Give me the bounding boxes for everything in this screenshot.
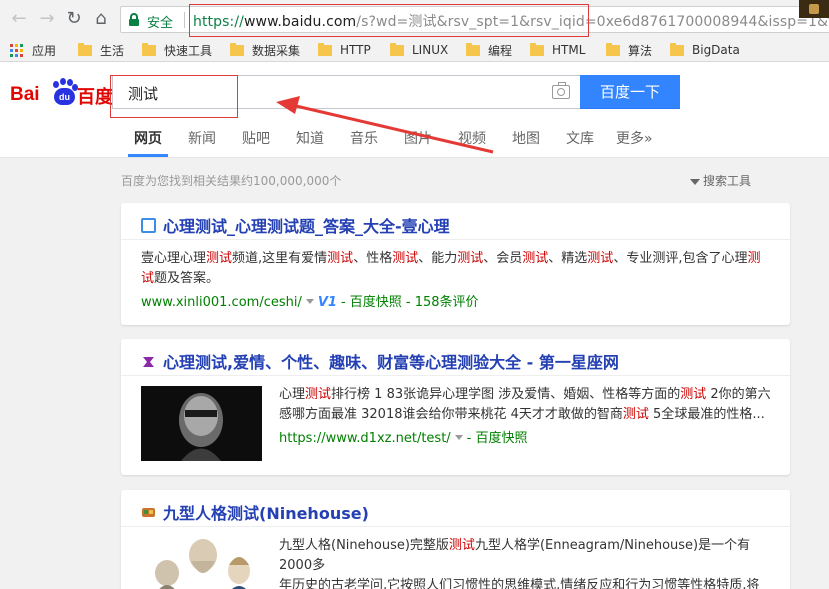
tab-map[interactable]: 地图 (512, 128, 540, 148)
bookmark-folder[interactable]: LINUX (390, 41, 448, 59)
result-title-link[interactable]: 心理测试_心理测试题_答案_大全-壹心理 (141, 213, 450, 237)
baidu-logo[interactable]: Bai du 百度 (10, 68, 114, 110)
card-divider (121, 375, 790, 376)
result-url[interactable]: www.xinli001.com/ceshi/ (141, 295, 302, 310)
folder-icon (530, 42, 544, 56)
folder-icon (142, 42, 156, 56)
folder-icon (466, 42, 480, 56)
result-source: www.xinli001.com/ceshi/V1 - 百度快照 - 158条评价 (141, 291, 479, 310)
result-url[interactable]: https://www.d1xz.net/test/ (279, 431, 451, 446)
result-thumbnail[interactable] (141, 535, 262, 589)
result-snippet: 壹心理心理测试频道,这里有爱情测试、性格测试、能力测试、会员测试、精选测试、专业… (141, 251, 761, 286)
baidu-header: Bai du 百度 测试 百度一下 网页 新闻 贴吧 知道 音乐 图片 视频 地… (0, 62, 829, 158)
result-card: 九型人格测试(Ninehouse) 九型人格(Ninehouse)完整版测试九型… (121, 490, 790, 589)
tab-wenku[interactable]: 文库 (566, 128, 594, 148)
tab-music[interactable]: 音乐 (350, 128, 378, 148)
result-title-link[interactable]: 心理测试,爱情、个性、趣味、财富等心理测验大全 - 第一星座网 (141, 349, 619, 373)
folder-icon (390, 42, 404, 56)
extension-icon[interactable] (799, 0, 829, 18)
site-favicon-icon (141, 505, 156, 520)
result-thumbnail[interactable] (141, 386, 262, 461)
tab-video[interactable]: 视频 (458, 128, 486, 148)
folder-icon (230, 42, 244, 56)
folder-icon (318, 42, 332, 56)
cache-link[interactable]: - 百度快照 (341, 295, 402, 310)
bookmark-folder[interactable]: 编程 (466, 41, 512, 59)
lock-icon (129, 13, 139, 26)
paw-icon: du (52, 78, 78, 106)
verified-badge[interactable]: V1 (318, 295, 337, 310)
bookmark-folder[interactable]: BigData (670, 41, 740, 59)
tab-news[interactable]: 新闻 (188, 128, 216, 148)
url-highlight-box (189, 4, 589, 37)
tab-more[interactable]: 更多» (616, 128, 653, 148)
card-divider (121, 239, 790, 240)
result-source: https://www.d1xz.net/test/ - 百度快照 (279, 427, 528, 446)
tab-images[interactable]: 图片 (404, 128, 432, 148)
bookmark-folder[interactable]: 生活 (78, 41, 124, 59)
reload-icon[interactable]: ↻ (63, 6, 85, 32)
chevron-down-icon[interactable] (454, 435, 463, 440)
search-tabs: 网页 新闻 贴吧 知道 音乐 图片 视频 地图 文库 更多» (0, 128, 829, 158)
bookmark-folder[interactable]: 算法 (606, 41, 652, 59)
result-title-link[interactable]: 九型人格测试(Ninehouse) (141, 500, 369, 524)
tab-zhidao[interactable]: 知道 (296, 128, 324, 148)
search-tools-button[interactable]: 搜索工具 (690, 172, 751, 189)
results-stats: 百度为您找到相关结果约100,000,000个 (121, 174, 342, 188)
bookmark-apps[interactable]: 应用 (10, 41, 56, 59)
bookmark-folder[interactable]: HTTP (318, 41, 371, 59)
forward-arrow-icon[interactable]: → (36, 6, 58, 32)
card-divider (121, 526, 790, 527)
cache-link[interactable]: - 百度快照 (467, 431, 528, 446)
tab-tieba[interactable]: 贴吧 (242, 128, 270, 148)
result-snippet: 心理测试排行榜 1 83张诡异心理学图 涉及爱情、婚姻、性格等方面的测试 2你的… (279, 387, 771, 422)
bookmark-folder[interactable]: 数据采集 (230, 41, 300, 59)
chevron-down-icon[interactable] (305, 299, 314, 304)
apps-grid-icon (10, 43, 23, 57)
bookmarks-bar: 应用 生活 快速工具 数据采集 HTTP LINUX 编程 HTML 算法 Bi… (0, 38, 829, 62)
bookmark-folder[interactable]: HTML (530, 41, 585, 59)
site-favicon-icon (141, 353, 156, 369)
result-card: 心理测试,爱情、个性、趣味、财富等心理测验大全 - 第一星座网 心理测试排行榜 … (121, 339, 790, 475)
home-icon[interactable]: ⌂ (90, 6, 112, 32)
reviews-link[interactable]: - 158条评价 (406, 295, 479, 310)
tab-web[interactable]: 网页 (128, 128, 168, 157)
folder-icon (606, 42, 620, 56)
result-card: 心理测试_心理测试题_答案_大全-壹心理 壹心理心理测试频道,这里有爱情测试、性… (121, 203, 790, 325)
omnibox-separator (184, 12, 185, 28)
folder-icon (78, 42, 92, 56)
result-snippet: 九型人格(Ninehouse)完整版测试九型人格学(Enneagram/Nine… (279, 538, 760, 589)
camera-icon[interactable] (552, 82, 570, 99)
folder-icon (670, 42, 684, 56)
back-arrow-icon[interactable]: ← (8, 6, 30, 32)
search-button[interactable]: 百度一下 (580, 75, 680, 109)
site-favicon-icon (141, 217, 156, 233)
search-highlight-box (110, 75, 238, 118)
bookmark-folder[interactable]: 快速工具 (142, 41, 212, 59)
secure-label: 安全 (147, 16, 174, 31)
